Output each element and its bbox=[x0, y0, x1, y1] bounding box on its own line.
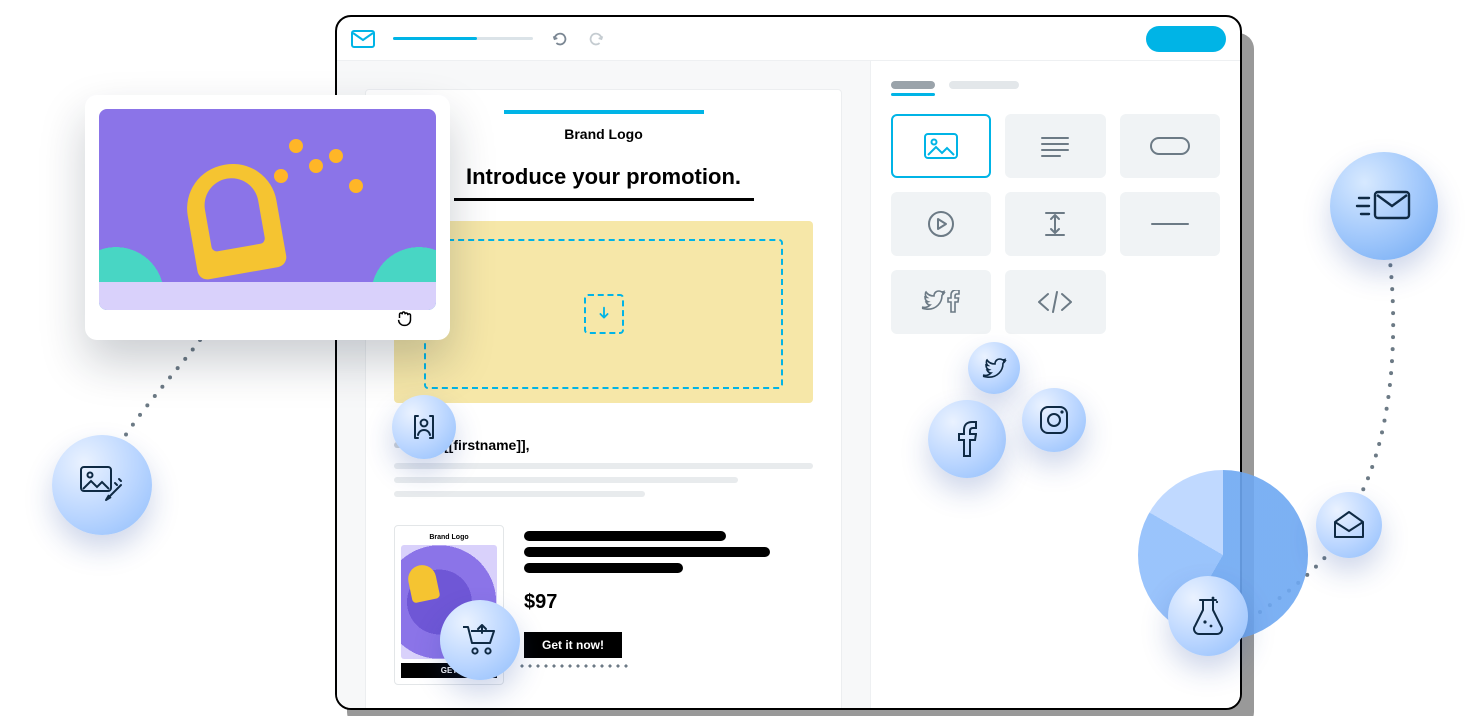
placeholder-bar bbox=[524, 563, 683, 573]
block-text[interactable] bbox=[1005, 114, 1105, 178]
side-tabs bbox=[891, 81, 1220, 89]
block-html[interactable] bbox=[1005, 270, 1105, 334]
bubble-open-mail-icon bbox=[1316, 492, 1382, 558]
block-social[interactable] bbox=[891, 270, 991, 334]
image-drop-section[interactable] bbox=[394, 221, 813, 403]
headline-underline bbox=[454, 198, 754, 201]
product-cta-label: Get it now! bbox=[542, 638, 604, 652]
lead-magnet-illustration bbox=[99, 109, 436, 310]
bubble-send-mail-icon bbox=[1330, 152, 1438, 260]
bubble-personalization bbox=[392, 395, 456, 459]
image-dropzone[interactable] bbox=[424, 239, 783, 389]
product-cta-button[interactable]: Get it now! bbox=[524, 632, 622, 658]
bubble-cart bbox=[440, 600, 520, 680]
bubble-twitter-icon bbox=[968, 342, 1020, 394]
email-headline[interactable]: Introduce your promotion. bbox=[394, 164, 813, 190]
placeholder-line bbox=[394, 463, 813, 469]
block-divider[interactable] bbox=[1120, 192, 1220, 256]
app-toolbar bbox=[337, 17, 1240, 61]
placeholder-line bbox=[394, 491, 645, 497]
download-arrow-icon bbox=[584, 294, 624, 334]
bubble-facebook-icon bbox=[928, 400, 1006, 478]
accent-line bbox=[504, 110, 704, 114]
progress-line bbox=[393, 37, 533, 40]
block-image[interactable] bbox=[891, 114, 991, 178]
mail-icon bbox=[351, 30, 375, 48]
bubble-image-magic bbox=[52, 435, 152, 535]
placeholder-line bbox=[394, 477, 738, 483]
placeholder-bar bbox=[524, 531, 726, 541]
greeting-token[interactable]: [[firstname]], bbox=[444, 437, 530, 453]
brand-logo-label: Brand Logo bbox=[394, 126, 813, 142]
dragging-image-card[interactable] bbox=[85, 95, 450, 340]
block-button[interactable] bbox=[1120, 114, 1220, 178]
redo-button[interactable] bbox=[587, 30, 605, 48]
side-tab-active[interactable] bbox=[891, 81, 935, 89]
side-tab[interactable] bbox=[949, 81, 1019, 89]
block-grid bbox=[891, 114, 1220, 334]
cta-dots-underline bbox=[518, 664, 628, 668]
block-spacer[interactable] bbox=[1005, 192, 1105, 256]
undo-button[interactable] bbox=[551, 30, 569, 48]
side-tab-underline bbox=[891, 93, 935, 96]
primary-action-button[interactable] bbox=[1146, 26, 1226, 52]
bubble-instagram-icon bbox=[1022, 388, 1086, 452]
grab-cursor-icon bbox=[394, 307, 416, 334]
thumb-brand-label: Brand Logo bbox=[401, 534, 497, 541]
product-price: $97 bbox=[524, 591, 813, 614]
block-video[interactable] bbox=[891, 192, 991, 256]
bubble-ab-test-icon bbox=[1168, 576, 1248, 656]
placeholder-bar bbox=[524, 547, 770, 557]
